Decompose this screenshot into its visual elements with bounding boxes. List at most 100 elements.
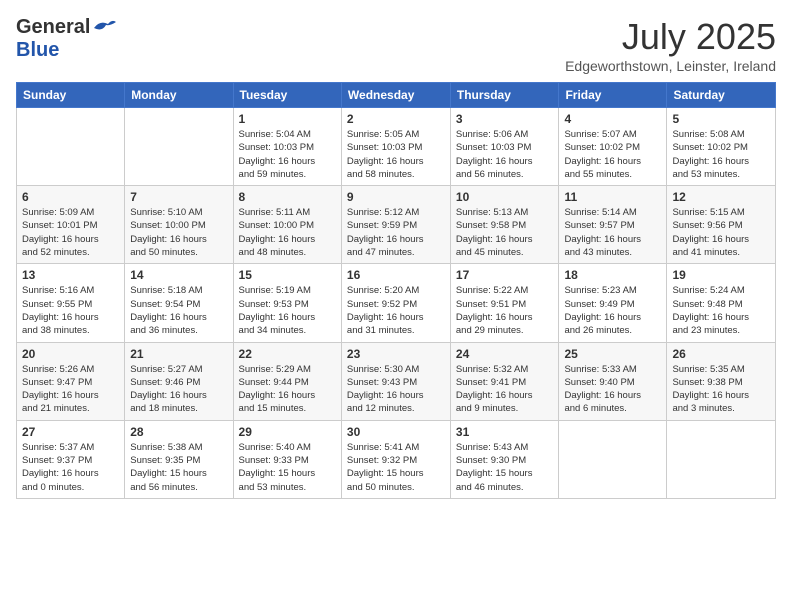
day-info: Sunrise: 5:33 AMSunset: 9:40 PMDaylight:… xyxy=(564,363,661,416)
calendar-cell: 7Sunrise: 5:10 AMSunset: 10:00 PMDayligh… xyxy=(125,186,233,264)
calendar-week-row: 1Sunrise: 5:04 AMSunset: 10:03 PMDayligh… xyxy=(17,108,776,186)
day-info: Sunrise: 5:07 AMSunset: 10:02 PMDaylight… xyxy=(564,128,661,181)
day-info: Sunrise: 5:11 AMSunset: 10:00 PMDaylight… xyxy=(239,206,336,259)
day-number: 22 xyxy=(239,347,336,361)
day-number: 23 xyxy=(347,347,445,361)
calendar-cell: 23 Sunrise: 5:30 AMSunset: 9:43 PMDayligh… xyxy=(341,342,450,420)
month-title: July 2025 xyxy=(565,16,776,58)
weekday-header-wednesday: Wednesday xyxy=(341,83,450,108)
day-info: Sunrise: 5:26 AMSunset: 9:47 PMDaylight:… xyxy=(22,363,119,416)
day-number: 8 xyxy=(239,190,336,204)
day-info: Sunrise: 5:19 AMSunset: 9:53 PMDaylight:… xyxy=(239,284,336,337)
day-number: 9 xyxy=(347,190,445,204)
day-number: 15 xyxy=(239,268,336,282)
calendar-cell: 26 Sunrise: 5:35 AMSunset: 9:38 PMDayligh… xyxy=(667,342,776,420)
day-number: 18 xyxy=(564,268,661,282)
day-info: Sunrise: 5:23 AMSunset: 9:49 PMDaylight:… xyxy=(564,284,661,337)
day-number: 13 xyxy=(22,268,119,282)
day-info: Sunrise: 5:12 AMSunset: 9:59 PMDaylight:… xyxy=(347,206,445,259)
calendar-cell: 10Sunrise: 5:13 AMSunset: 9:58 PMDayligh… xyxy=(450,186,559,264)
day-info: Sunrise: 5:27 AMSunset: 9:46 PMDaylight:… xyxy=(130,363,227,416)
calendar-cell: 5 Sunrise: 5:08 AMSunset: 10:02 PMDayligh… xyxy=(667,108,776,186)
calendar-cell: 6Sunrise: 5:09 AMSunset: 10:01 PMDayligh… xyxy=(17,186,125,264)
calendar-week-row: 6Sunrise: 5:09 AMSunset: 10:01 PMDayligh… xyxy=(17,186,776,264)
calendar-cell: 1Sunrise: 5:04 AMSunset: 10:03 PMDayligh… xyxy=(233,108,341,186)
weekday-header-monday: Monday xyxy=(125,83,233,108)
day-info: Sunrise: 5:20 AMSunset: 9:52 PMDaylight:… xyxy=(347,284,445,337)
day-info: Sunrise: 5:15 AMSunset: 9:56 PMDaylight:… xyxy=(672,206,770,259)
day-number: 11 xyxy=(564,190,661,204)
day-info: Sunrise: 5:38 AMSunset: 9:35 PMDaylight:… xyxy=(130,441,227,494)
day-info: Sunrise: 5:05 AMSunset: 10:03 PMDaylight… xyxy=(347,128,445,181)
calendar-cell: 25 Sunrise: 5:33 AMSunset: 9:40 PMDayligh… xyxy=(559,342,667,420)
title-block: July 2025 Edgeworthstown, Leinster, Irel… xyxy=(565,16,776,74)
day-number: 24 xyxy=(456,347,554,361)
logo-blue-text: Blue xyxy=(16,39,59,62)
day-info: Sunrise: 5:18 AMSunset: 9:54 PMDaylight:… xyxy=(130,284,227,337)
calendar-cell: 11 Sunrise: 5:14 AMSunset: 9:57 PMDayligh… xyxy=(559,186,667,264)
day-info: Sunrise: 5:04 AMSunset: 10:03 PMDaylight… xyxy=(239,128,336,181)
day-number: 2 xyxy=(347,112,445,126)
day-number: 5 xyxy=(672,112,770,126)
day-info: Sunrise: 5:41 AMSunset: 9:32 PMDaylight:… xyxy=(347,441,445,494)
calendar-cell: 12 Sunrise: 5:15 AMSunset: 9:56 PMDayligh… xyxy=(667,186,776,264)
day-number: 16 xyxy=(347,268,445,282)
day-number: 12 xyxy=(672,190,770,204)
day-info: Sunrise: 5:35 AMSunset: 9:38 PMDaylight:… xyxy=(672,363,770,416)
weekday-header-saturday: Saturday xyxy=(667,83,776,108)
day-info: Sunrise: 5:10 AMSunset: 10:00 PMDaylight… xyxy=(130,206,227,259)
calendar-cell: 3 Sunrise: 5:06 AMSunset: 10:03 PMDayligh… xyxy=(450,108,559,186)
calendar-cell: 22 Sunrise: 5:29 AMSunset: 9:44 PMDayligh… xyxy=(233,342,341,420)
weekday-header-friday: Friday xyxy=(559,83,667,108)
day-info: Sunrise: 5:29 AMSunset: 9:44 PMDaylight:… xyxy=(239,363,336,416)
calendar-cell: 17 Sunrise: 5:22 AMSunset: 9:51 PMDayligh… xyxy=(450,264,559,342)
day-info: Sunrise: 5:40 AMSunset: 9:33 PMDaylight:… xyxy=(239,441,336,494)
calendar-cell: 14 Sunrise: 5:18 AMSunset: 9:54 PMDayligh… xyxy=(125,264,233,342)
day-info: Sunrise: 5:14 AMSunset: 9:57 PMDaylight:… xyxy=(564,206,661,259)
weekday-header-tuesday: Tuesday xyxy=(233,83,341,108)
calendar-cell xyxy=(125,108,233,186)
calendar-cell: 28Sunrise: 5:38 AMSunset: 9:35 PMDayligh… xyxy=(125,420,233,498)
day-info: Sunrise: 5:32 AMSunset: 9:41 PMDaylight:… xyxy=(456,363,554,416)
calendar-cell: 15 Sunrise: 5:19 AMSunset: 9:53 PMDayligh… xyxy=(233,264,341,342)
day-number: 3 xyxy=(456,112,554,126)
day-number: 27 xyxy=(22,425,119,439)
day-number: 25 xyxy=(564,347,661,361)
calendar-cell: 24 Sunrise: 5:32 AMSunset: 9:41 PMDayligh… xyxy=(450,342,559,420)
page-header: General Blue July 2025 Edgeworthstown, L… xyxy=(16,16,776,74)
calendar-cell xyxy=(17,108,125,186)
day-number: 10 xyxy=(456,190,554,204)
day-info: Sunrise: 5:06 AMSunset: 10:03 PMDaylight… xyxy=(456,128,554,181)
day-info: Sunrise: 5:30 AMSunset: 9:43 PMDaylight:… xyxy=(347,363,445,416)
day-info: Sunrise: 5:16 AMSunset: 9:55 PMDaylight:… xyxy=(22,284,119,337)
day-number: 14 xyxy=(130,268,227,282)
day-info: Sunrise: 5:22 AMSunset: 9:51 PMDaylight:… xyxy=(456,284,554,337)
day-number: 21 xyxy=(130,347,227,361)
calendar-week-row: 27Sunrise: 5:37 AMSunset: 9:37 PMDayligh… xyxy=(17,420,776,498)
calendar-cell: 30 Sunrise: 5:41 AMSunset: 9:32 PMDayligh… xyxy=(341,420,450,498)
day-number: 26 xyxy=(672,347,770,361)
calendar-cell xyxy=(559,420,667,498)
day-number: 31 xyxy=(456,425,554,439)
day-number: 19 xyxy=(672,268,770,282)
calendar-cell: 29Sunrise: 5:40 AMSunset: 9:33 PMDayligh… xyxy=(233,420,341,498)
calendar-week-row: 20Sunrise: 5:26 AMSunset: 9:47 PMDayligh… xyxy=(17,342,776,420)
calendar-cell: 13 Sunrise: 5:16 AMSunset: 9:55 PMDayligh… xyxy=(17,264,125,342)
logo-bird-icon xyxy=(92,18,116,38)
calendar-cell: 18 Sunrise: 5:23 AMSunset: 9:49 PMDayligh… xyxy=(559,264,667,342)
calendar-cell: 21 Sunrise: 5:27 AMSunset: 9:46 PMDayligh… xyxy=(125,342,233,420)
calendar-cell: 19Sunrise: 5:24 AMSunset: 9:48 PMDayligh… xyxy=(667,264,776,342)
weekday-header-sunday: Sunday xyxy=(17,83,125,108)
day-number: 30 xyxy=(347,425,445,439)
calendar-cell: 4Sunrise: 5:07 AMSunset: 10:02 PMDayligh… xyxy=(559,108,667,186)
calendar-cell: 31 Sunrise: 5:43 AMSunset: 9:30 PMDayligh… xyxy=(450,420,559,498)
day-number: 6 xyxy=(22,190,119,204)
calendar-cell: 20Sunrise: 5:26 AMSunset: 9:47 PMDayligh… xyxy=(17,342,125,420)
calendar-cell: 8 Sunrise: 5:11 AMSunset: 10:00 PMDayligh… xyxy=(233,186,341,264)
day-info: Sunrise: 5:43 AMSunset: 9:30 PMDaylight:… xyxy=(456,441,554,494)
calendar-cell xyxy=(667,420,776,498)
day-info: Sunrise: 5:08 AMSunset: 10:02 PMDaylight… xyxy=(672,128,770,181)
weekday-header-thursday: Thursday xyxy=(450,83,559,108)
day-number: 17 xyxy=(456,268,554,282)
calendar-cell: 27Sunrise: 5:37 AMSunset: 9:37 PMDayligh… xyxy=(17,420,125,498)
